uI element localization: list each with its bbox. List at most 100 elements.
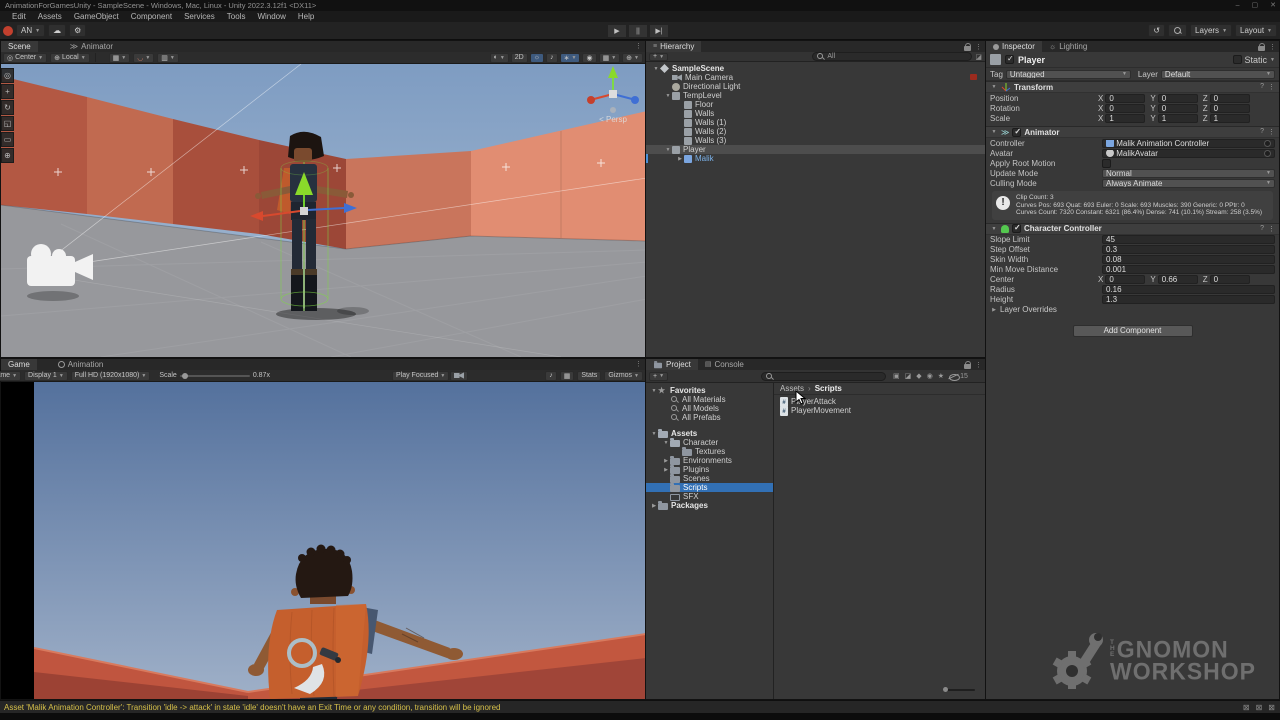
scale-tool[interactable]: ◱ [1,116,14,131]
asset-store-icon[interactable]: ◉ [927,372,933,380]
tab-project[interactable]: Project [646,359,698,370]
snap-increment-dropdown[interactable]: ▥▼ [157,53,179,63]
axis-x-field[interactable]: 0 [1105,104,1145,113]
search-by-type-icon[interactable]: ▣ [893,372,900,380]
close-icon[interactable]: ✕ [1270,0,1276,11]
game-gizmos-dropdown[interactable]: Gizmos▼ [604,371,643,381]
mute-audio-toggle[interactable]: ♪ [545,371,557,381]
controller-object-field[interactable]: Malik Animation Controller [1102,139,1275,148]
hidden-count-icon[interactable] [949,373,959,380]
value-field[interactable]: 45 [1102,235,1275,244]
tab-hierarchy[interactable]: ≡Hierarchy [646,41,701,52]
axis-y-field[interactable]: 0 [1158,104,1198,113]
axis-z-field[interactable]: 1 [1210,114,1250,123]
layer-dropdown[interactable]: Default▼ [1161,70,1275,79]
project-tree-item[interactable]: All Materials [646,395,773,404]
tab-lighting[interactable]: ☼Lighting [1042,41,1094,52]
grid-visibility-dropdown[interactable]: ▦▼ [109,53,131,63]
display-dropdown[interactable]: Display 1▼ [24,371,68,381]
breadcrumb-current[interactable]: Scripts [815,384,842,393]
2d-toggle[interactable]: 2D [511,53,528,63]
project-tree-item[interactable]: ▼ Assets [646,429,773,438]
hierarchy-item[interactable]: ▼ TempLevel [646,91,985,100]
asset-labels-icon[interactable]: ◆ [916,372,921,380]
expander-icon[interactable]: ▶ [990,307,998,313]
hierarchy-item[interactable]: Walls (1) [646,118,985,127]
project-tree-item[interactable]: ▼ Character [646,438,773,447]
hierarchy-item[interactable]: Main Camera [646,73,985,82]
menu-item[interactable]: Component [125,12,178,21]
culling-mode-dropdown[interactable]: Always Animate▼ [1102,179,1275,188]
hierarchy-item[interactable]: Walls [646,109,985,118]
foldout-icon[interactable]: ▼ [990,129,998,135]
panel-menu-icon[interactable]: ⋮ [1269,43,1276,51]
expander-icon[interactable]: ▶ [650,503,658,509]
account-button[interactable]: AN▼ [16,24,45,37]
expander-icon[interactable]: ▶ [676,156,684,162]
pause-button[interactable]: || [628,24,648,38]
presets-icon[interactable]: ⋮ [1268,128,1275,136]
tab-scene[interactable]: Scene [1,41,38,52]
display-target-dropdown[interactable]: Game▼ [0,371,21,381]
axis-x-field[interactable]: 0 [1105,94,1145,103]
expander-icon[interactable]: ▼ [664,147,672,153]
rotate-tool[interactable]: ↻ [1,100,14,115]
expander-icon[interactable]: ▼ [650,388,658,394]
menu-item[interactable]: Services [178,12,221,21]
view-tool[interactable]: ◎ [1,68,14,83]
lock-icon[interactable] [1258,46,1265,51]
axis-z-field[interactable]: 0 [1210,104,1250,113]
help-icon[interactable]: ? [1260,225,1264,233]
axis-z-field[interactable]: 0 [1210,94,1250,103]
avatar-object-field[interactable]: MalikAvatar [1102,149,1275,158]
panel-menu-icon[interactable]: ⋮ [975,43,982,51]
effects-dropdown[interactable]: ∗▼ [560,53,581,63]
breadcrumb-root[interactable]: Assets [780,384,804,393]
thumbnail-size-slider[interactable] [943,689,975,691]
project-create-button[interactable]: +▼ [649,372,668,381]
value-field[interactable]: 0.3 [1102,245,1275,254]
tool-handle-pivot-dropdown[interactable]: ◎Center▼ [3,53,47,63]
expander-icon[interactable]: ▶ [662,467,670,473]
resolution-dropdown[interactable]: Full HD (1920x1080)▼ [71,371,151,381]
active-checkbox[interactable] [1005,55,1014,64]
camera-settings-dropdown[interactable]: ▦▼ [599,53,621,63]
hidden-objects-toggle[interactable]: ◉ [582,53,596,63]
project-tree-item[interactable]: All Prefabs [646,413,773,422]
project-tree-item[interactable]: ▶ Environments [646,456,773,465]
axis-y-field[interactable]: 1 [1158,114,1198,123]
foldout-icon[interactable]: ▼ [990,226,998,232]
object-picker-icon[interactable] [1264,150,1271,157]
expander-icon[interactable]: ▼ [664,93,672,99]
console-warnings-icon[interactable]: ⊠ [1256,703,1263,712]
maximize-icon[interactable]: ▢ [1252,0,1259,11]
cloud-button[interactable]: ☁ [48,24,66,37]
tab-console[interactable]: ▤Console [698,359,751,370]
minimize-icon[interactable]: – [1236,0,1240,11]
center-z-field[interactable]: 0 [1210,275,1250,284]
project-tree-item[interactable]: SFX [646,492,773,501]
move-tool[interactable]: + [1,84,14,99]
services-gear-button[interactable]: ⚙ [69,24,86,37]
console-errors-icon[interactable]: ⊠ [1243,703,1250,712]
gizmos-dropdown[interactable]: ⊕▼ [622,53,643,63]
scale-slider-knob[interactable] [182,373,188,379]
PlayerMovement[interactable]: PlayerMovement [780,406,985,415]
layers-dropdown[interactable]: Layers▼ [1190,24,1232,37]
project-tree-item[interactable]: All Models [646,404,773,413]
hierarchy-create-button[interactable]: +▼ [649,53,668,61]
project-tree-item[interactable]: Scripts [646,483,773,492]
animator-header[interactable]: ▼ ≫ Animator ?⋮ [986,126,1279,138]
foldout-icon[interactable]: ▼ [990,84,998,90]
transform-header[interactable]: ▼ Transform ?⋮ [986,81,1279,93]
search-by-label-icon[interactable]: ◪ [905,372,912,380]
hierarchy-item[interactable]: ▼ Player [646,145,985,154]
screenshot-button[interactable] [450,371,468,381]
axis-y-field[interactable]: 0 [1158,94,1198,103]
static-checkbox[interactable] [1233,55,1242,64]
project-search-input[interactable] [761,372,886,381]
object-picker-icon[interactable] [1264,140,1271,147]
value-field[interactable]: 0.16 [1102,285,1275,294]
hierarchy-item[interactable]: Floor [646,100,985,109]
layer-overrides-foldout[interactable]: ▶ Layer Overrides [986,305,1279,315]
